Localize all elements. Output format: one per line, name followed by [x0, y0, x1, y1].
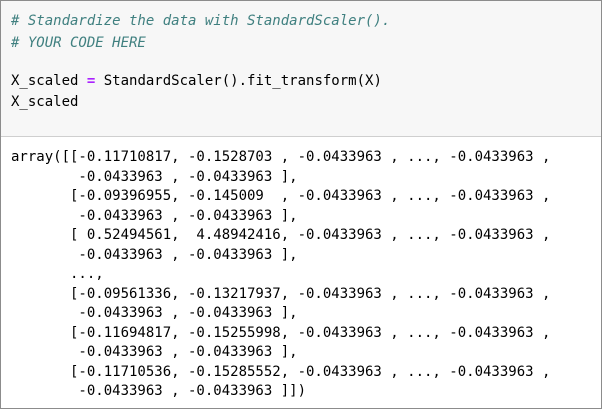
code-assignment-line: X_scaled = StandardScaler().fit_transfor… — [11, 73, 382, 90]
code-assign-target: X_scaled — [11, 73, 87, 89]
output-line: -0.0433963 , -0.0433963 ], — [11, 207, 298, 224]
code-input-cell[interactable]: # Standardize the data with StandardScal… — [1, 1, 601, 137]
code-comment-your-code-here: # YOUR CODE HERE — [11, 35, 146, 51]
output-line: [ 0.52494561, 4.48942416, -0.0433963 , .… — [11, 227, 551, 243]
output-line: [-0.11710536, -0.15285552, -0.0433963 , … — [11, 363, 551, 380]
output-line: array([[-0.11710817, -0.1528703 , -0.043… — [11, 149, 551, 165]
code-assign-expression: StandardScaler().fit_transform(X) — [95, 73, 382, 89]
notebook-cell-frame: # Standardize the data with StandardScal… — [0, 0, 602, 409]
code-expression-line: X_scaled — [11, 94, 79, 110]
output-line: -0.0433963 , -0.0433963 ], — [11, 168, 298, 185]
output-line: [-0.11694817, -0.15255998, -0.0433963 , … — [11, 324, 551, 341]
output-line: -0.0433963 , -0.0433963 ], — [11, 246, 298, 263]
output-line: -0.0433963 , -0.0433963 ], — [11, 344, 298, 360]
output-line: [-0.09396955, -0.145009 , -0.0433963 , .… — [11, 188, 551, 204]
output-line: -0.0433963 , -0.0433963 ], — [11, 305, 298, 321]
output-line: -0.0433963 , -0.0433963 ]]) — [11, 383, 307, 399]
output-line: [-0.09561336, -0.13217937, -0.0433963 , … — [11, 285, 551, 302]
code-comment-standardize: # Standardize the data with StandardScal… — [11, 13, 391, 29]
output-line-ellipsis: ..., — [11, 266, 104, 282]
cell-output-area: array([[-0.11710817, -0.1528703 , -0.043… — [1, 138, 601, 408]
